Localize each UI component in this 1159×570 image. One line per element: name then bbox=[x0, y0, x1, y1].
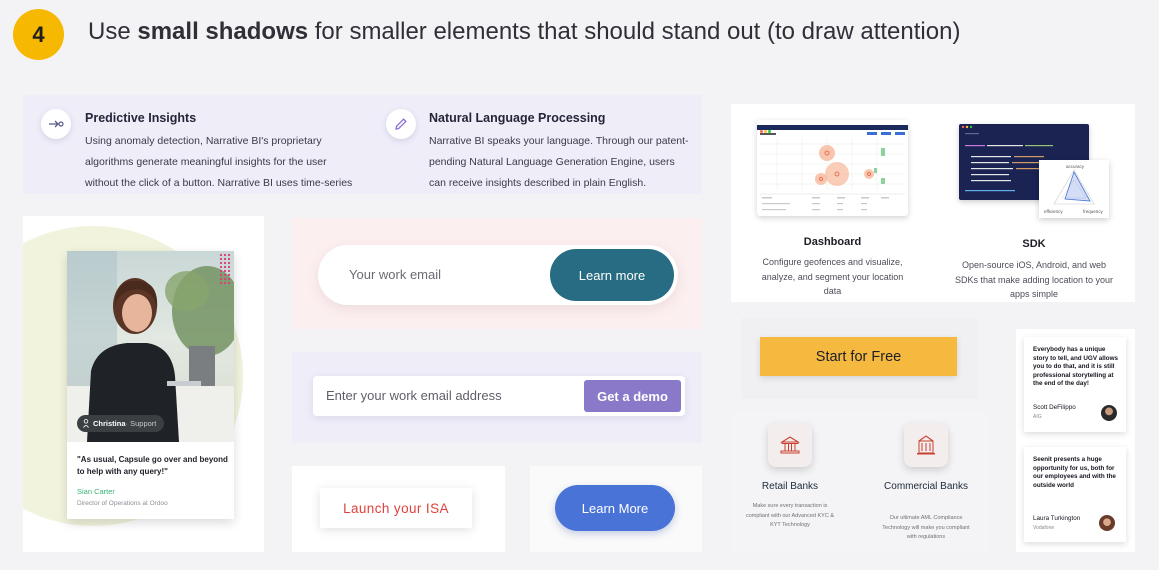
get-demo-button[interactable]: Get a demo bbox=[584, 380, 681, 412]
dashboard-screenshot bbox=[757, 120, 908, 216]
learn-more-button[interactable]: Learn More bbox=[555, 485, 675, 531]
quote-text: Everybody has a unique story to tell, an… bbox=[1033, 346, 1119, 387]
product-title: Dashboard bbox=[803, 236, 862, 248]
feature-title: Natural Language Processing bbox=[429, 111, 606, 125]
commercial-bank-icon bbox=[904, 423, 948, 467]
decorative-dots bbox=[219, 253, 231, 285]
radar-label: frequency bbox=[1083, 209, 1103, 214]
quote-org: Vodafone bbox=[1033, 525, 1055, 531]
features-panel: Predictive Insights Using anomaly detect… bbox=[23, 95, 702, 194]
work-email-input[interactable]: Enter your work email address bbox=[326, 388, 502, 403]
quote-text: Seenit presents a huge opportunity for u… bbox=[1033, 456, 1116, 489]
email-form: Your work email Learn more bbox=[318, 245, 678, 305]
avatar bbox=[1101, 405, 1117, 421]
quote-org: AIG bbox=[1033, 414, 1042, 420]
avatar bbox=[1099, 515, 1115, 531]
person-photo: Christina · Support bbox=[67, 251, 234, 442]
product-title: SDK bbox=[1022, 238, 1046, 250]
radar-label: accuracy bbox=[1066, 164, 1085, 169]
testimonial-quote: "As usual, Capsule go over and beyond to… bbox=[77, 455, 228, 476]
learn-more-button[interactable]: Learn more bbox=[550, 249, 674, 301]
demo-signup-panel: Enter your work email address Get a demo bbox=[292, 352, 702, 443]
demo-form: Enter your work email address Get a demo bbox=[313, 376, 685, 416]
radar-label: efficiency bbox=[1044, 209, 1063, 214]
product-description: Configure geofences and visualize, analy… bbox=[761, 257, 904, 296]
feature-title: Predictive Insights bbox=[85, 111, 197, 125]
feature-description: Narrative BI speaks your language. Throu… bbox=[429, 135, 689, 189]
page-title: Use small shadows for smaller elements t… bbox=[88, 18, 961, 45]
testimonial-role: Director of Operations at Ordoo bbox=[77, 500, 168, 507]
quote-card: Everybody has a unique story to tell, an… bbox=[1024, 337, 1126, 432]
bank-title: Retail Banks bbox=[761, 481, 819, 492]
banks-panel: Retail Banks Make sure every transaction… bbox=[731, 412, 988, 552]
testimonial-panel: Christina · Support "As usual, Capsule g… bbox=[23, 216, 264, 552]
testimonial-author: Sian Carter bbox=[77, 487, 115, 496]
product-description: Open-source iOS, Android, and web SDKs t… bbox=[954, 260, 1114, 299]
bank-building-icon bbox=[768, 423, 812, 467]
arrow-right-circle-icon bbox=[41, 109, 71, 139]
launch-isa-button[interactable]: Launch your ISA bbox=[320, 488, 472, 528]
isa-panel: Launch your ISA bbox=[292, 466, 505, 552]
quote-card: Seenit presents a huge opportunity for u… bbox=[1024, 447, 1126, 542]
blue-cta-panel: Learn More bbox=[530, 466, 702, 552]
email-input[interactable]: Your work email bbox=[349, 267, 441, 282]
name-badge: Christina · Support bbox=[77, 415, 165, 432]
user-icon bbox=[83, 419, 89, 428]
bank-description: Make sure every transaction is compliant… bbox=[745, 503, 835, 528]
quotes-panel: Everybody has a unique story to tell, an… bbox=[1016, 329, 1135, 552]
quote-author: Scott DeFilippo bbox=[1033, 404, 1076, 411]
step-number-badge: 4 bbox=[13, 9, 64, 60]
testimonial-card: Christina · Support "As usual, Capsule g… bbox=[67, 251, 234, 519]
bank-description: Our ultimate AML Compliance Technology w… bbox=[882, 515, 970, 540]
products-panel: Dashboard Configure geofences and visual… bbox=[731, 104, 1135, 302]
pencil-icon bbox=[386, 109, 416, 139]
radar-chart-card: accuracy efficiency frequency bbox=[1039, 160, 1109, 218]
start-panel: Start for Free bbox=[741, 318, 978, 399]
quote-author: Laura Turkington bbox=[1033, 515, 1081, 522]
start-for-free-button[interactable]: Start for Free bbox=[760, 337, 957, 376]
bank-title: Commercial Banks bbox=[884, 481, 968, 492]
email-signup-panel: Your work email Learn more bbox=[292, 218, 702, 329]
feature-description: Using anomaly detection, Narrative BI's … bbox=[85, 135, 353, 189]
